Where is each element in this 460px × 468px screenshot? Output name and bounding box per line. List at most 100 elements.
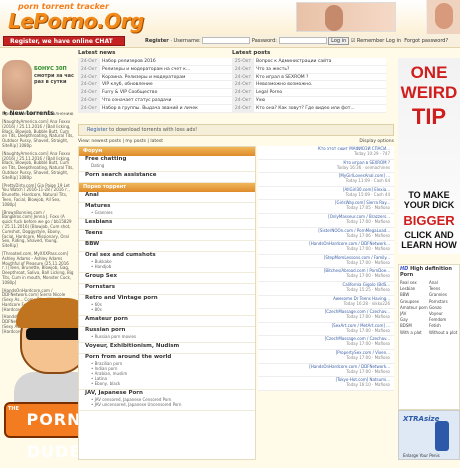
forum-subcategory[interactable]: • Handjob: [85, 264, 255, 269]
forum-category[interactable]: Lesbians: [79, 219, 255, 230]
torrent-item[interactable]: [NaughtyAmerica.com] Ana Foxxx (2016) / …: [2, 151, 74, 181]
news-row[interactable]: 24-Окт Furry & VIP Сообщество: [78, 89, 232, 97]
last-post-row[interactable]: [StepMomLessons.com / Family... Today 17:…: [258, 254, 394, 269]
forum-category-name[interactable]: Free chatting: [85, 156, 255, 163]
register-notice-link[interactable]: Register: [87, 127, 108, 133]
news-row[interactable]: 24-Окт Кто она? Как зовут? Где видео или …: [232, 104, 386, 113]
forum-category[interactable]: Oral sex and cumshots • Bukkake • Handjob: [79, 252, 255, 273]
last-post-row[interactable]: Кто играл в SEXROM ? Today 16:36 · seimac…: [258, 159, 394, 174]
hd-category[interactable]: With a plot: [400, 330, 429, 336]
forum-subcategory[interactable]: • Ebony, black: [85, 381, 255, 386]
corner-ad[interactable]: [426, 0, 460, 34]
news-text[interactable]: Кто она? Как зовут? Где видео или фот...: [254, 106, 355, 111]
news-text[interactable]: Что означает статус раздачи: [100, 98, 171, 103]
forum-subcategory[interactable]: • Grannies: [85, 210, 255, 215]
last-post-row[interactable]: California Gigolo (BdS... Today 15:25 · M…: [258, 281, 394, 296]
forum-category[interactable]: Free chatting Dating: [79, 156, 255, 172]
last-post-row[interactable]: [AllGirl30.com] Elexia... Today 15:09 · C…: [258, 186, 394, 201]
forum-subcategory[interactable]: • JAV uncensored, Japanese Uncensored Po…: [85, 402, 255, 407]
news-text[interactable]: Ухю: [254, 98, 265, 103]
news-row[interactable]: 24-Окт Набор релизеров 2016: [78, 58, 232, 66]
news-text[interactable]: Набор релизеров 2016: [100, 59, 156, 64]
forum-category-name[interactable]: Retro and Vintage porn: [85, 295, 255, 302]
news-text[interactable]: Кто играл в SEXROM ?: [254, 75, 308, 80]
forum-category-name[interactable]: Russian porn: [85, 327, 255, 334]
torrent-item[interactable]: [PrettyDirty.com] Gia Paige 19 Let You W…: [2, 183, 74, 208]
last-post-row[interactable]: [Bitches/Abroad.com / PornDoe... Today 17…: [258, 268, 394, 282]
news-text[interactable]: Релизеры и модераторам на счет к...: [100, 67, 190, 72]
forum-category-name[interactable]: Porn search assistance: [85, 172, 255, 179]
forum-category-name[interactable]: Lesbians: [85, 219, 255, 226]
torrent-item[interactable]: [NaughtyAmerica.com] Ana Foxxx (2016) / …: [2, 119, 74, 149]
xtrasize-ad[interactable]: XTRAsize Enlarge Your Penis: [398, 410, 460, 460]
news-row[interactable]: 24-Окт Кто играл в SEXROM ?: [232, 73, 386, 82]
last-post-row[interactable]: [Tokyo-Hot.com] Natsumi... Today 16:10 · …: [258, 377, 394, 391]
forum-category[interactable]: Matures • Grannies: [79, 203, 255, 219]
last-post-row[interactable]: [GirlsWay.com] Sierra Ray... Today 17:05 …: [258, 200, 394, 214]
last-post-row[interactable]: [CzechMassage.com / Czechav... Today 17:0…: [258, 336, 394, 350]
forum-category-name[interactable]: Anal: [85, 192, 255, 199]
forum-category[interactable]: BBW: [79, 241, 255, 252]
forum-category[interactable]: Amateur porn: [79, 316, 255, 327]
news-text[interactable]: Корзина. Релизеры и модераторам: [100, 75, 185, 80]
news-text[interactable]: Furry & VIP Сообщество: [100, 90, 157, 95]
last-post-row[interactable]: [OnlyMasseur.com / Brazzers... Today 17:0…: [258, 213, 394, 228]
right-banner-ad[interactable]: ONE WEIRD TIP TO MAKE YOUR DICK BIGGER C…: [398, 58, 460, 254]
news-text[interactable]: Невозможно возможно.: [254, 82, 312, 87]
forgot-password-link[interactable]: Forgot password?: [404, 38, 448, 44]
news-row[interactable]: 24-Окт VIP клуб, обновление: [78, 81, 232, 90]
forum-subcategory[interactable]: • 80s: [85, 307, 255, 312]
news-row[interactable]: 24-Окт Корзина. Релизеры и модераторам: [78, 73, 232, 82]
forum-category[interactable]: Group Sex: [79, 273, 255, 284]
remember-checkbox[interactable]: ☑: [351, 38, 355, 44]
password-input[interactable]: [278, 37, 327, 44]
news-row[interactable]: 24-Окт Ухю: [232, 96, 386, 105]
news-row[interactable]: 24-Окт Что означает статус раздачи: [78, 96, 232, 105]
torrent-item[interactable]: [Throated.com, MyXXXPass.com] Ashley Ada…: [2, 251, 74, 286]
last-post-row[interactable]: Кто этот сюит МАФИОЗИ СПАСИ... Today 10:2…: [258, 146, 394, 160]
register-link[interactable]: Register: [145, 38, 169, 44]
last-post-row[interactable]: [HandsOnHardcore.com / DDFNetwork... Toda…: [258, 363, 394, 378]
forum-category-name[interactable]: BBW: [85, 241, 255, 248]
news-row[interactable]: 24-Окт Невозможно возможно.: [232, 81, 386, 90]
last-post-row[interactable]: [CzechMassage.com / Czechav... Today 17:0…: [258, 309, 394, 323]
site-logo[interactable]: porn torrent tracker LePorno.Org: [4, 2, 154, 33]
forum-subcategory[interactable]: Dating: [85, 163, 255, 168]
last-post-row[interactable]: [SexArt.com / MetArt.com] ... Today 17:00…: [258, 322, 394, 337]
news-row[interactable]: 24-Окт Legal Porno: [232, 89, 386, 97]
forum-category[interactable]: Pornstars: [79, 284, 255, 295]
torrent-item[interactable]: [BrownBunnies.com / BangBros.com] Jenna …: [2, 210, 74, 249]
forum-category-name[interactable]: Group Sex: [85, 273, 255, 280]
hd-category[interactable]: Without a plot: [429, 330, 458, 336]
last-post-row[interactable]: [PropertySex.com / Vixen... Today 17:00 ·…: [258, 349, 394, 364]
forum-subcategory[interactable]: • Russian porn movies: [85, 334, 255, 339]
forum-category-name[interactable]: Oral sex and cumshots: [85, 252, 255, 259]
username-input[interactable]: [202, 37, 251, 44]
forum-category-name[interactable]: Porn from around the world: [85, 354, 255, 361]
news-text[interactable]: Набор в группы. Выдача званий и личек: [100, 106, 198, 111]
last-post-row[interactable]: [HandsOnHardcore.com / DDFNetwork... Toda…: [258, 241, 394, 255]
forum-category[interactable]: Voyeur, Exhibitionism, Nudism: [79, 343, 255, 354]
forum-category-name[interactable]: Pornstars: [85, 284, 255, 291]
news-text[interactable]: Вопрос к Администрации сайта: [254, 59, 331, 64]
login-button[interactable]: Log in: [328, 37, 350, 45]
forum-category[interactable]: Russian porn • Russian porn movies: [79, 327, 255, 343]
news-row[interactable]: 24-Окт Что за жесть?: [232, 65, 386, 74]
news-text[interactable]: Что за жесть?: [254, 67, 289, 72]
forum-category-name[interactable]: Teens: [85, 230, 255, 237]
news-text[interactable]: Legal Porno: [254, 90, 282, 95]
forum-category-name[interactable]: JAV, Japanese Porn: [85, 390, 255, 397]
forum-category[interactable]: Anal: [79, 192, 255, 203]
forum-category[interactable]: Retro and Vintage porn • 60s • 80s: [79, 295, 255, 316]
news-row[interactable]: 24-Окт Релизеры и модераторам на счет к..…: [78, 65, 232, 74]
display-options-link[interactable]: Display options: [359, 138, 394, 146]
news-row[interactable]: 24-Окт Набор в группы. Выдача званий и ли…: [78, 104, 232, 113]
last-post-row[interactable]: Awesome Dr Teens Having... Today 16:28 · …: [258, 295, 394, 310]
forum-category[interactable]: Porn search assistance: [79, 172, 255, 183]
forum-category-name[interactable]: Matures: [85, 203, 255, 210]
forum-category[interactable]: Teens: [79, 230, 255, 241]
login-link[interactable]: Log in: [386, 38, 401, 44]
last-post-row[interactable]: [MyGirlLovesAnal.com] ... Today 11:09 · C…: [258, 173, 394, 187]
forum-category-name[interactable]: Amateur porn: [85, 316, 255, 323]
forum-category[interactable]: Porn from around the world • Brazilian po…: [79, 354, 255, 390]
